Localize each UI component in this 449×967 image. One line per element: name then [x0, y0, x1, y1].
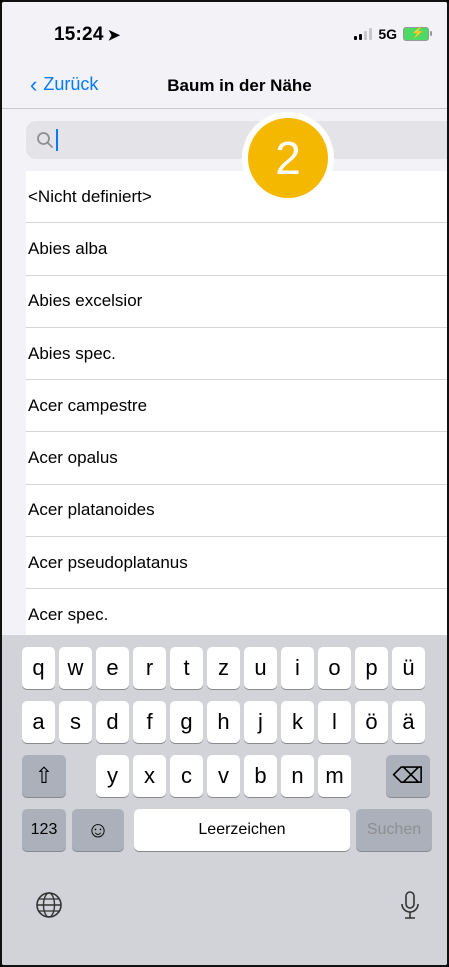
- status-time: 15:24 ➤: [54, 24, 121, 45]
- list-item[interactable]: Abies spec.: [26, 328, 447, 381]
- list-item[interactable]: Acer opalus: [26, 432, 447, 485]
- list-item[interactable]: <Nicht definiert>: [26, 171, 447, 224]
- key[interactable]: w: [59, 647, 92, 689]
- key[interactable]: s: [59, 701, 92, 743]
- key[interactable]: ö: [355, 701, 388, 743]
- emoji-icon: ☺: [86, 817, 110, 842]
- space-key[interactable]: Leerzeichen: [134, 809, 350, 851]
- microphone-icon-svg: [401, 891, 419, 919]
- globe-icon[interactable]: [34, 890, 64, 927]
- search-bar: [2, 109, 447, 171]
- microphone-icon[interactable]: [398, 890, 422, 929]
- shift-icon: ⇧: [34, 763, 54, 788]
- key[interactable]: o: [318, 647, 351, 689]
- search-field[interactable]: [26, 121, 447, 159]
- backspace-key[interactable]: ⌫: [386, 755, 430, 797]
- key[interactable]: ä: [392, 701, 425, 743]
- list-item[interactable]: Acer spec.: [26, 589, 447, 642]
- search-icon: [37, 132, 53, 148]
- key[interactable]: h: [207, 701, 240, 743]
- numbers-key[interactable]: 123: [22, 809, 66, 851]
- key[interactable]: e: [96, 647, 129, 689]
- key[interactable]: z: [207, 647, 240, 689]
- key[interactable]: r: [133, 647, 166, 689]
- keyboard-row-3: ⇧ y x c v b n m ⌫: [2, 755, 447, 799]
- emoji-key[interactable]: ☺: [72, 809, 124, 851]
- shift-key[interactable]: ⇧: [22, 755, 66, 797]
- key[interactable]: l: [318, 701, 351, 743]
- list-item[interactable]: Abies alba: [26, 223, 447, 276]
- location-arrow-icon: ➤: [107, 27, 121, 44]
- key[interactable]: p: [355, 647, 388, 689]
- list-item[interactable]: Abies excelsior: [26, 276, 447, 328]
- charging-bolt-icon: ⚡: [411, 27, 425, 39]
- backspace-icon: ⌫: [392, 763, 424, 788]
- key[interactable]: g: [170, 701, 203, 743]
- key[interactable]: ü: [392, 647, 425, 689]
- key[interactable]: j: [244, 701, 277, 743]
- list-item[interactable]: Acer pseudoplatanus: [26, 537, 447, 590]
- list-item[interactable]: Acer campestre: [26, 380, 447, 433]
- navigation-bar: ‹ Zurück Baum in der Nähe: [2, 64, 447, 109]
- key[interactable]: b: [244, 755, 277, 797]
- page-title: Baum in der Nähe: [167, 76, 312, 95]
- search-key[interactable]: Suchen: [356, 809, 432, 851]
- key[interactable]: d: [96, 701, 129, 743]
- key[interactable]: i: [281, 647, 314, 689]
- key[interactable]: t: [170, 647, 203, 689]
- key[interactable]: c: [170, 755, 203, 797]
- phone-screen: 15:24➤ 5G ⚡ ‹ Zurück Baum in der Nähe 2: [0, 0, 449, 967]
- keyboard-row-2: a s d f g h j k l ö ä: [2, 701, 447, 745]
- tree-list: <Nicht definiert> Abies alba Abies excel…: [26, 171, 447, 642]
- battery-icon: ⚡: [403, 27, 432, 41]
- key[interactable]: a: [22, 701, 55, 743]
- key[interactable]: f: [133, 701, 166, 743]
- search-input[interactable]: [62, 129, 266, 151]
- step-badge: 2: [242, 112, 334, 204]
- signal-icon: [354, 28, 373, 40]
- globe-icon-svg: [36, 892, 62, 918]
- key[interactable]: v: [207, 755, 240, 797]
- keyboard-row-4: 123 ☺ Leerzeichen Suchen: [2, 809, 447, 853]
- text-cursor: [56, 129, 58, 151]
- key[interactable]: x: [133, 755, 166, 797]
- key[interactable]: u: [244, 647, 277, 689]
- list-item[interactable]: Acer platanoides: [26, 485, 447, 538]
- key[interactable]: q: [22, 647, 55, 689]
- key[interactable]: k: [281, 701, 314, 743]
- key[interactable]: y: [96, 755, 129, 797]
- status-bar: 15:24 ➤ 5G ⚡: [2, 2, 447, 64]
- network-label: 5G: [378, 26, 397, 42]
- status-indicators: 5G ⚡: [354, 26, 432, 42]
- key[interactable]: n: [281, 755, 314, 797]
- keyboard: q w e r t z u i o p ü a s d f g h j k l …: [2, 635, 447, 965]
- keyboard-row-1: q w e r t z u i o p ü: [2, 647, 447, 691]
- key[interactable]: m: [318, 755, 351, 797]
